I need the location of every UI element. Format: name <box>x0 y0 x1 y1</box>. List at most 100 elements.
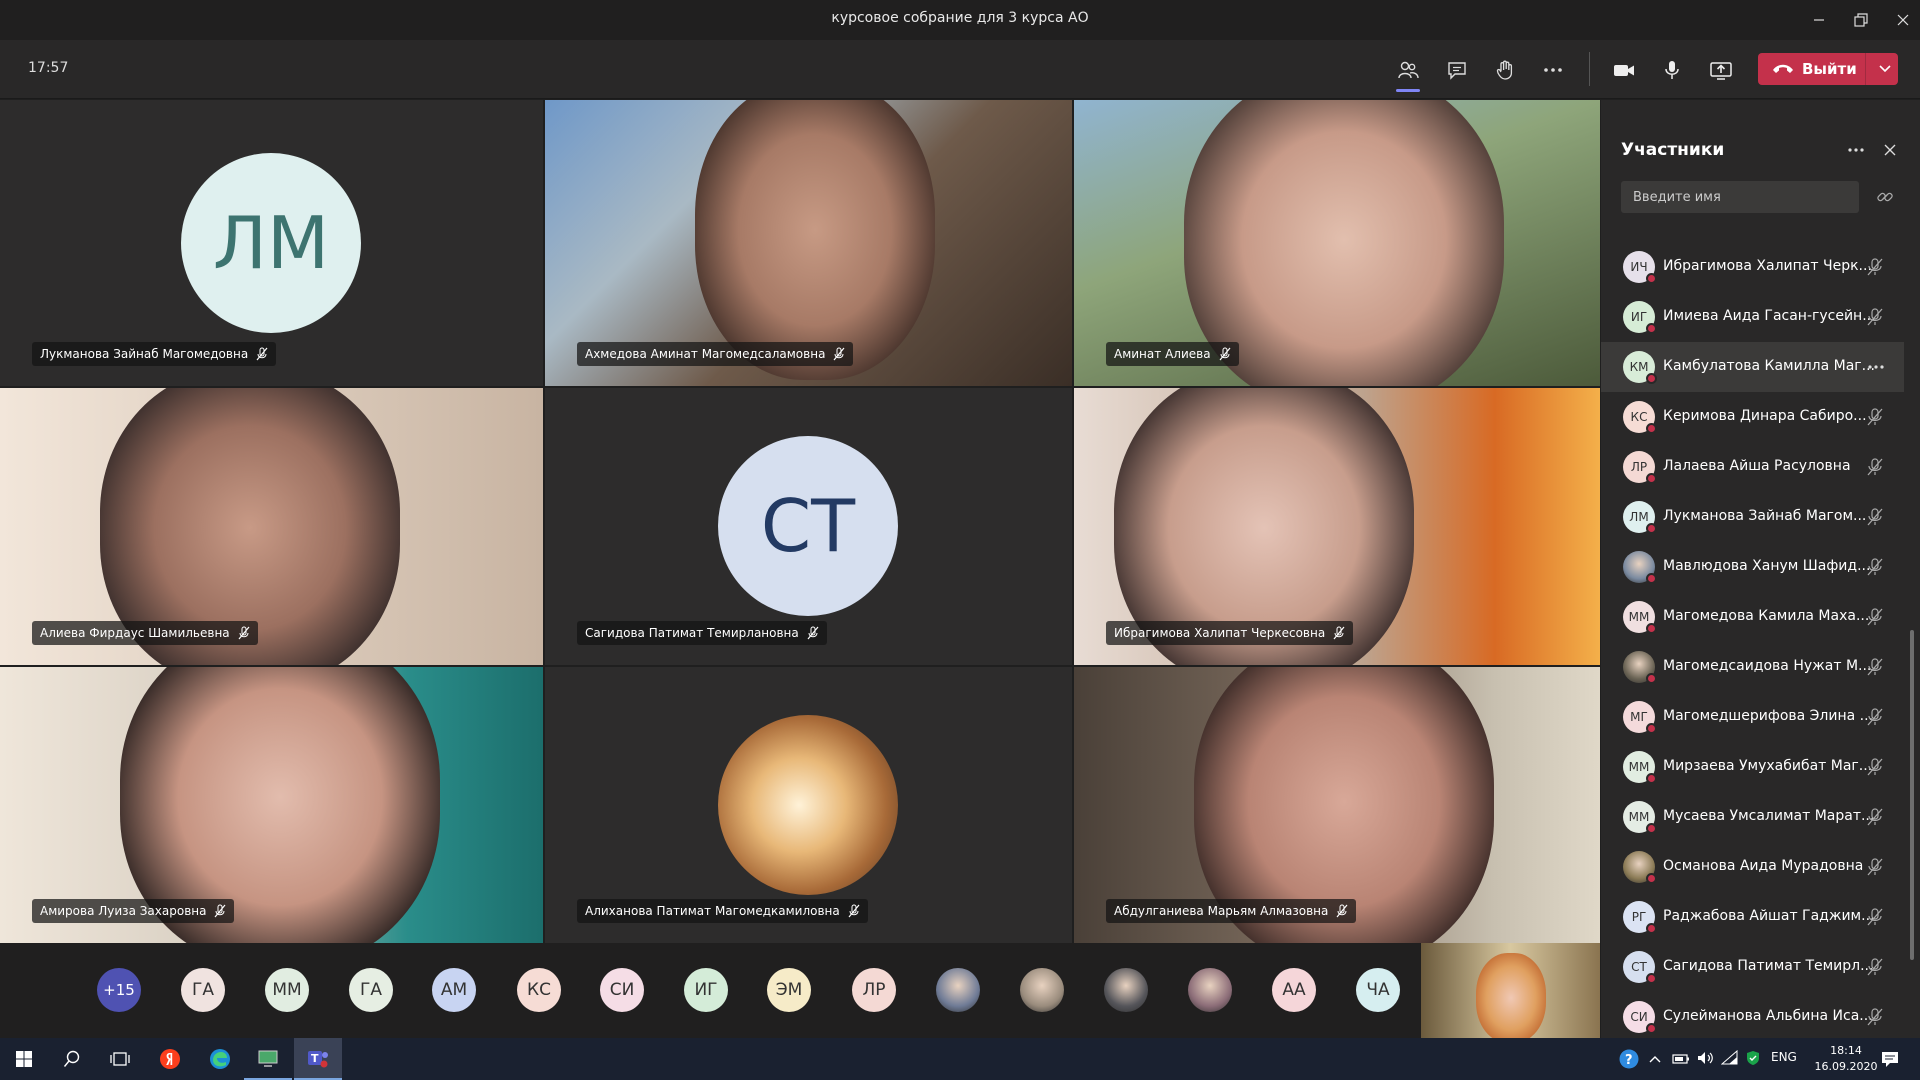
strip-avatar[interactable]: ЧА <box>1356 968 1400 1012</box>
participant-row[interactable]: КМ Камбулатова Камилла Маг... <box>1601 342 1904 392</box>
panel-close-button[interactable] <box>1883 142 1899 158</box>
close-window-button[interactable] <box>1880 0 1920 40</box>
avatar-photo <box>718 715 898 895</box>
notifications-button[interactable] <box>1880 1049 1900 1073</box>
wifi-icon[interactable] <box>1720 1049 1739 1070</box>
help-tray-icon[interactable]: ? <box>1618 1048 1640 1070</box>
battery-icon[interactable] <box>1672 1051 1690 1070</box>
participant-row[interactable]: СИ Сулейманова Альбина Иса... <box>1601 992 1904 1042</box>
participants-button[interactable] <box>1390 54 1426 92</box>
restore-button[interactable] <box>1838 0 1884 40</box>
video-tile[interactable]: Ибрагимова Халипат Черкесовна <box>1074 388 1600 665</box>
mic-muted-icon <box>1333 626 1345 640</box>
strip-avatar[interactable]: ГА <box>349 968 393 1012</box>
camera-button[interactable] <box>1606 54 1642 86</box>
participant-video <box>695 100 935 380</box>
security-shield-icon[interactable] <box>1745 1050 1761 1070</box>
meeting-duration: 17:57 <box>28 60 69 76</box>
participant-row[interactable]: РГ Раджабова Айшат Гаджим... <box>1601 892 1904 942</box>
strip-avatar[interactable]: ГА <box>181 968 225 1012</box>
chevron-down-icon <box>1879 65 1891 73</box>
meeting-toolbar: 17:57 Выйти <box>0 40 1920 99</box>
status-dot <box>1646 723 1657 734</box>
yandex-browser-taskbar[interactable] <box>146 1038 194 1080</box>
strip-avatar[interactable]: СИ <box>600 968 644 1012</box>
share-invite-button[interactable] <box>1876 188 1896 208</box>
video-tile[interactable]: Амирова Луиза Захаровна <box>0 667 543 943</box>
chat-icon <box>1448 62 1466 80</box>
minimize-button[interactable] <box>1796 0 1842 40</box>
more-participants-badge[interactable]: +15 <box>97 968 141 1012</box>
strip-avatar[interactable] <box>1188 968 1232 1012</box>
participant-avatar: ИГ <box>1623 301 1657 334</box>
mic-muted-icon <box>256 347 268 361</box>
strip-avatar[interactable]: ЛР <box>852 968 896 1012</box>
participant-name: Камбулатова Камилла Маг... <box>1663 358 1875 374</box>
participant-nametag: Ахмедова Аминат Магомедсаламовна <box>577 342 854 366</box>
participant-row[interactable]: ММ Мирзаева Умухабибат Маг... <box>1601 742 1904 792</box>
volume-icon[interactable] <box>1696 1050 1714 1070</box>
status-dot <box>1646 623 1657 634</box>
mic-muted-icon <box>1219 347 1231 361</box>
participant-row[interactable]: Мавлюдова Ханум Шафид... <box>1601 542 1904 592</box>
strip-avatar[interactable] <box>1104 968 1148 1012</box>
video-tile[interactable]: Ахмедова Аминат Магомедсаламовна <box>545 100 1072 386</box>
share-screen-button[interactable] <box>1703 54 1739 86</box>
strip-avatar[interactable]: АА <box>1272 968 1316 1012</box>
participant-row[interactable]: МГ Магомедшерифова Элина ... <box>1601 692 1904 742</box>
tray-expand-icon[interactable] <box>1648 1051 1662 1070</box>
participant-row[interactable]: КС Керимова Динара Сабиро... <box>1601 392 1904 442</box>
participant-initials: ИГ <box>1630 310 1648 324</box>
participant-nametag: Амирова Луиза Захаровна <box>32 899 235 923</box>
video-tile[interactable]: Алиева Фирдаус Шамильевна <box>0 388 543 665</box>
video-tile[interactable]: Абдулганиева Марьям Алмазовна <box>1074 667 1600 943</box>
taskbar-clock[interactable]: 18:14 16.09.2020 <box>1806 1043 1886 1075</box>
raise-hand-button[interactable] <box>1487 54 1523 86</box>
participant-name: Имиева Аида Гасан-гусейн... <box>1663 308 1876 324</box>
strip-avatar[interactable]: АМ <box>432 968 476 1012</box>
participant-row[interactable]: ИГ Имиева Аида Гасан-гусейн... <box>1601 292 1904 342</box>
more-icon <box>1848 148 1864 152</box>
strip-avatar[interactable] <box>936 968 980 1012</box>
participant-avatar: РГ <box>1623 901 1657 934</box>
participant-avatar: ММ <box>1623 601 1657 634</box>
mic-muted-icon <box>1866 407 1884 431</box>
chat-button[interactable] <box>1439 54 1475 86</box>
participant-name: Сагидова Патимат Темирлановна <box>585 626 799 640</box>
video-tile[interactable]: ЛМ Лукманова Зайнаб Магомедовна <box>0 100 543 386</box>
participant-avatar: СИ <box>1623 1001 1657 1034</box>
participant-row[interactable]: Магомедсаидова Нужат М... <box>1601 642 1904 692</box>
participant-row[interactable]: Османова Аида Мурадовна <box>1601 842 1904 892</box>
participant-row[interactable]: ЛМ Лукманова Зайнаб Магом... <box>1601 492 1904 542</box>
participant-row[interactable]: СТ Сагидова Патимат Темирл... <box>1601 942 1904 992</box>
participant-search-input[interactable] <box>1621 181 1859 213</box>
more-actions-button[interactable] <box>1535 54 1571 86</box>
strip-avatar[interactable]: ЭМ <box>767 968 811 1012</box>
more-options-icon[interactable] <box>1866 357 1886 381</box>
video-tile[interactable]: СТ Сагидова Патимат Темирлановна <box>545 388 1072 665</box>
participant-row[interactable]: ЛР Лалаева Айша Расуловна <box>1601 442 1904 492</box>
participant-row[interactable]: ММ Мусаева Умсалимат Марат... <box>1601 792 1904 842</box>
strip-avatar[interactable]: КС <box>517 968 561 1012</box>
microphone-button[interactable] <box>1654 54 1690 86</box>
teams-taskbar[interactable]: T <box>294 1038 342 1080</box>
edge-taskbar[interactable] <box>196 1038 244 1080</box>
strip-avatar[interactable] <box>1020 968 1064 1012</box>
leave-button[interactable]: Выйти <box>1758 53 1898 85</box>
language-indicator[interactable]: ENG <box>1771 1050 1797 1064</box>
strip-avatar[interactable]: ММ <box>265 968 309 1012</box>
participant-list-scrollbar[interactable] <box>1910 630 1914 960</box>
search-button[interactable] <box>48 1038 96 1080</box>
participant-avatar <box>1623 851 1657 884</box>
task-view-button[interactable] <box>96 1038 144 1080</box>
participant-row[interactable]: ММ Магомедова Камила Маха... <box>1601 592 1904 642</box>
start-button[interactable] <box>0 1038 48 1080</box>
participant-row[interactable]: ИЧ Ибрагимова Халипат Черк... <box>1601 242 1904 292</box>
video-tile[interactable]: Аминат Алиева <box>1074 100 1600 386</box>
video-tile[interactable]: Алиханова Патимат Магомедкамиловна <box>545 667 1072 943</box>
strip-avatar[interactable]: ИГ <box>684 968 728 1012</box>
avatar: СТ <box>718 436 898 616</box>
self-preview-video[interactable] <box>1421 943 1600 1038</box>
app-taskbar[interactable] <box>244 1038 292 1080</box>
panel-more-button[interactable] <box>1845 140 1867 160</box>
